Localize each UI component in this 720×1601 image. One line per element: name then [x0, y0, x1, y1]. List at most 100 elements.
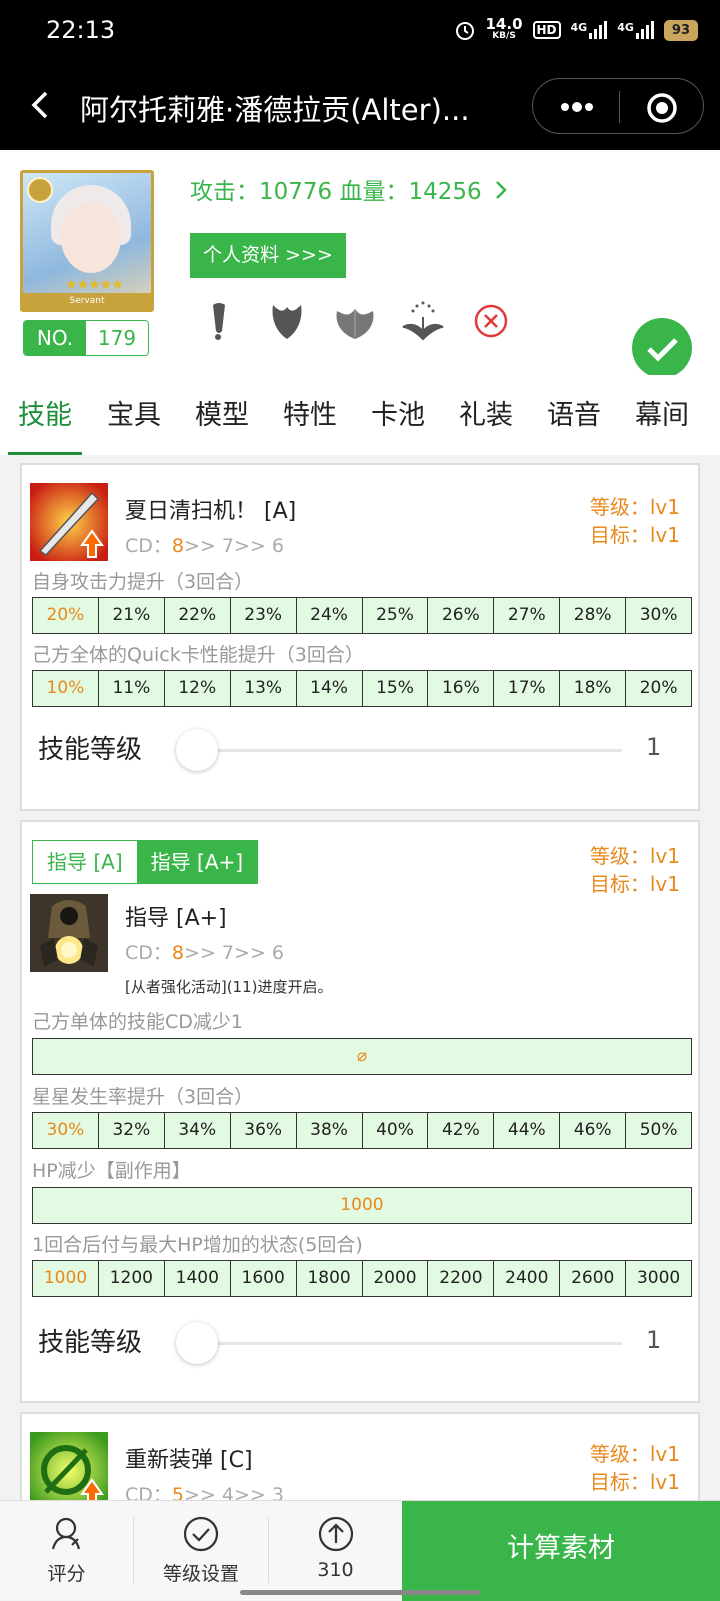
effect-value-cell: 26% — [428, 598, 495, 633]
effect-value-cell: 12% — [165, 671, 231, 706]
effect-value-cell: 46% — [560, 1113, 627, 1148]
skill-level-value: 1 — [646, 1326, 662, 1354]
effect-value-full: ⌀ — [32, 1038, 692, 1075]
effect-value-cell: 2000 — [363, 1261, 429, 1296]
status-bar: 22:13 14.0 KB/S HD 4G 4G 93 — [0, 0, 720, 65]
signal-icon-2: 4G — [617, 21, 654, 39]
ascension-stage-2-icon[interactable] — [263, 297, 311, 345]
effect-value-cell: 24% — [297, 598, 363, 633]
home-indicator — [240, 1590, 480, 1595]
owned-check-icon[interactable] — [632, 318, 692, 378]
skill-level-slider[interactable] — [202, 1342, 622, 1345]
slider-handle[interactable] — [176, 1322, 218, 1364]
tab-traits[interactable]: 特性 — [283, 393, 337, 432]
effect-value-cell: 18% — [560, 671, 627, 706]
back-icon[interactable] — [22, 85, 62, 125]
bottom-bar: 评分 等级设置 310 计算素材 — [0, 1500, 720, 1601]
upvote-button[interactable]: 310 — [269, 1501, 402, 1601]
effect-value-cell: 32% — [99, 1113, 165, 1148]
nav-header: 阿尔托莉雅·潘德拉贡(Alter)... — [0, 65, 720, 150]
effect-value-cell: 50% — [639, 1120, 678, 1140]
tab-skills[interactable]: 技能 — [18, 393, 72, 432]
tab-noble-phantasm[interactable]: 宝具 — [107, 393, 161, 432]
effect-value-cell: 20% — [33, 598, 99, 633]
hd-icon: HD — [532, 21, 561, 39]
effect-value-cell: 13% — [231, 671, 297, 706]
tab-interlude[interactable]: 幕间 — [635, 393, 689, 432]
effect-value-cell: 10% — [33, 671, 99, 706]
skill-card-1: 夏日清扫机！ [A] CD：8>> 7>> 6 等级：lv1 目标：lv1 自身… — [20, 463, 700, 811]
effect-values-row: 10% 11% 12% 13% 14% 15% 16% 17% 18% 20% — [32, 670, 692, 707]
effect-value-cell: 16% — [428, 671, 495, 706]
skill-level-slider[interactable] — [202, 749, 622, 752]
effect-value-cell: 25% — [363, 598, 429, 633]
effect-value-cell: 36% — [231, 1113, 297, 1148]
effect-value-cell: 2200 — [428, 1261, 495, 1296]
skill-version-a[interactable]: 指导 [A] — [33, 841, 137, 883]
slider-handle[interactable] — [176, 729, 218, 771]
ascension-stage-1-icon[interactable] — [195, 297, 243, 345]
effect-value-cell: 17% — [494, 671, 561, 706]
remove-icon[interactable] — [467, 297, 515, 345]
effect-values-row: 1000 1200 1400 1600 1800 2000 2200 2400 2600 3000 — [32, 1260, 692, 1297]
effect-value-cell: 34% — [165, 1113, 231, 1148]
close-miniprogram-icon[interactable] — [645, 91, 679, 125]
calculate-materials-button[interactable]: 计算素材 — [402, 1501, 720, 1601]
effect-values-row: 30% 32% 34% 36% 38% 40% 42% 44% 46% 50% — [32, 1112, 692, 1149]
profile-button[interactable]: 个人资料 >>> — [190, 233, 346, 278]
rate-button[interactable]: 评分 — [0, 1501, 133, 1601]
skill-level-info: 等级：lv1 目标：lv1 — [589, 1442, 680, 1494]
effect-value-cell: 23% — [231, 598, 297, 633]
effect-value-cell: 44% — [494, 1113, 561, 1148]
unlock-note: [从者强化活动](11)进度开启。 — [125, 978, 333, 996]
effect-value-cell: 27% — [494, 598, 561, 633]
ascension-stage-4-icon[interactable] — [399, 297, 447, 345]
servant-banner: Servant — [23, 293, 151, 309]
skill-level-info: 等级：lv1 目标：lv1 — [589, 495, 680, 547]
effect-value-cell: 21% — [99, 598, 165, 633]
effect-value-cell: 1400 — [165, 1261, 231, 1296]
page-title: 阿尔托莉雅·潘德拉贡(Alter)... — [80, 93, 470, 127]
effect-values-row: 20% 21% 22% 23% 24% 25% 26% 27% 28% 30% — [32, 597, 692, 634]
tab-costumes[interactable]: 礼装 — [459, 393, 513, 432]
skill-name: 重新装弹 [C] — [125, 1448, 253, 1473]
effect-value-cell: 1200 — [99, 1261, 165, 1296]
ascension-stage-3-icon[interactable] — [331, 297, 379, 345]
effect-value-cell: 20% — [639, 678, 678, 698]
tab-bar: 技能 宝具 模型 特性 卡池 礼装 语音 幕间 — [0, 375, 720, 455]
skill-level-info: 等级：lv1 目标：lv1 — [589, 844, 680, 896]
battery-icon: 93 — [663, 19, 698, 41]
servant-stats[interactable]: 攻击：10776 血量：14256 — [190, 172, 509, 206]
effect-text: 己方全体的Quick卡性能提升（3回合） — [32, 644, 364, 666]
tab-gacha[interactable]: 卡池 — [371, 393, 425, 432]
rating-person-icon — [51, 1517, 81, 1550]
skill-level-label: 技能等级 — [38, 735, 143, 765]
chevron-right-icon — [496, 181, 507, 199]
skill-card-2: 指导 [A] 指导 [A+] 等级：lv1 目标：lv1 指导 [A+] CD：… — [20, 820, 700, 1403]
servant-portrait[interactable]: ★★★★★ Servant — [20, 170, 154, 312]
effect-value-cell: 30% — [33, 1113, 99, 1148]
effect-value-full: 1000 — [32, 1187, 692, 1224]
effect-value-cell: 28% — [560, 598, 627, 633]
more-icon[interactable] — [555, 93, 599, 121]
reload-skill-icon — [30, 1432, 108, 1510]
effect-text: 自身攻击力提升（3回合） — [32, 571, 254, 593]
skill-name: 夏日清扫机！ [A] — [125, 499, 297, 524]
effect-value-cell: 11% — [99, 671, 165, 706]
status-icons: 14.0 KB/S HD 4G 4G 93 — [454, 17, 698, 42]
effect-value-cell: 40% — [363, 1113, 429, 1148]
tab-voice[interactable]: 语音 — [547, 393, 601, 432]
effect-value-cell: 22% — [165, 598, 231, 633]
effect-value-cell: 14% — [297, 671, 363, 706]
effect-value-cell: 2600 — [560, 1261, 627, 1296]
skill-cooldown: CD：8>> 7>> 6 — [125, 535, 284, 557]
skill-level-value: 1 — [646, 733, 662, 761]
tab-model[interactable]: 模型 — [195, 393, 249, 432]
level-setting-button[interactable]: 等级设置 — [134, 1501, 268, 1601]
effect-value-cell: 38% — [297, 1113, 363, 1148]
signal-icon-1: 4G — [571, 21, 608, 39]
skill-cooldown: CD：8>> 7>> 6 — [125, 942, 284, 964]
skill-version-a-plus[interactable]: 指导 [A+] — [136, 841, 258, 883]
effect-value-cell: 1000 — [33, 1261, 99, 1296]
effect-text: 星星发生率提升（3回合） — [32, 1086, 254, 1108]
